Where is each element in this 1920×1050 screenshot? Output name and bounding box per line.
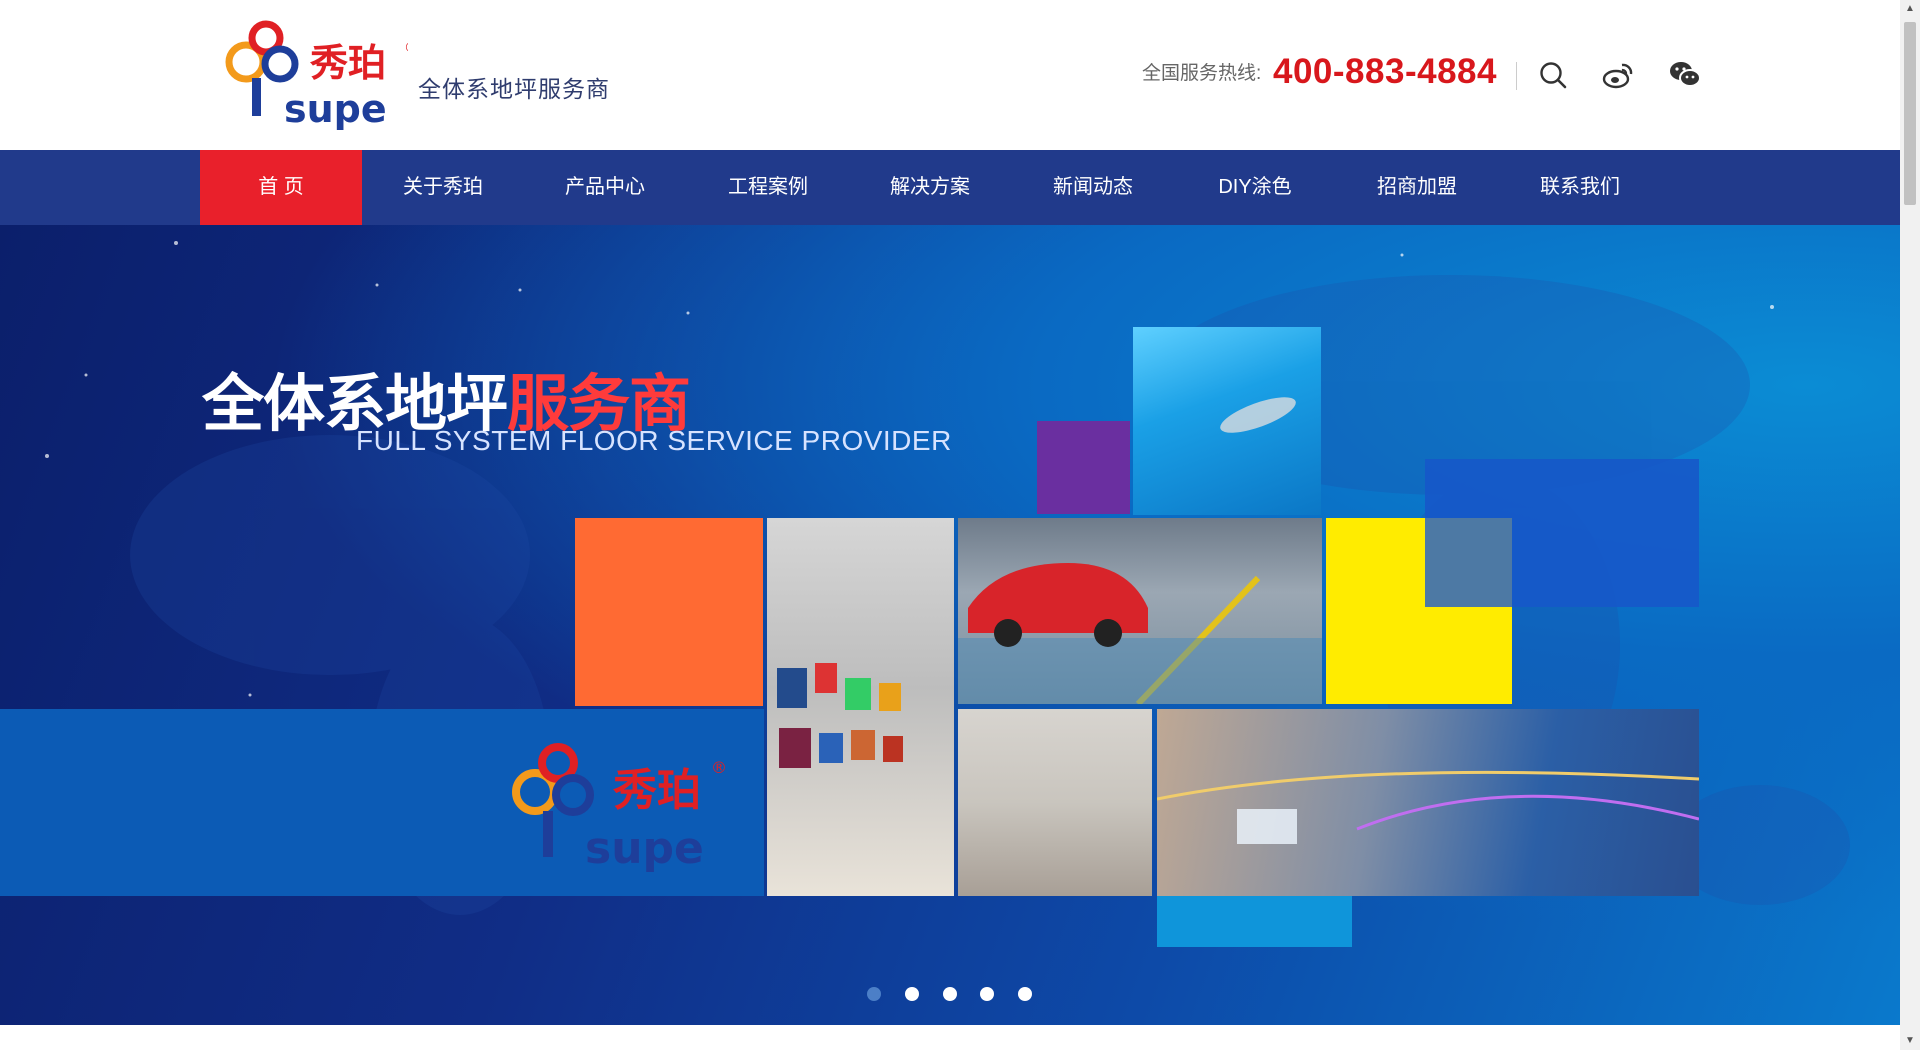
slider-dot-1[interactable] — [867, 987, 881, 1001]
hotline-label: 全国服务热线: — [1142, 63, 1262, 84]
site-header: 秀珀 ® supe 全体系地坪服务商 全国服务热线: 400-883-4884 — [0, 0, 1900, 150]
parking-photo — [958, 518, 1322, 707]
slider-dot-5[interactable] — [1018, 987, 1032, 1001]
weibo-icon[interactable] — [1601, 58, 1635, 92]
scroll-thumb[interactable] — [1904, 22, 1916, 205]
nav-item-news[interactable]: 新闻动态 — [1012, 150, 1174, 225]
banner-subline: FULL SYSTEM FLOOR SERVICE PROVIDER — [356, 425, 952, 456]
slider-dot-3[interactable] — [943, 987, 957, 1001]
slider-dot-2[interactable] — [905, 987, 919, 1001]
svg-text:®: ® — [404, 40, 408, 56]
svg-text:supe: supe — [585, 823, 704, 874]
dolphin-shape — [1220, 397, 1296, 433]
svg-text:®: ® — [711, 758, 727, 777]
scroll-up-arrow[interactable]: ▲ — [1900, 0, 1920, 18]
nav-item-cases[interactable]: 工程案例 — [687, 150, 849, 225]
main-nav: 首 页 关于秀珀 产品中心 工程案例 解决方案 新闻动态 DIY涂色 招商加盟 … — [0, 150, 1900, 225]
nav-item-join[interactable]: 招商加盟 — [1336, 150, 1498, 225]
nav-item-home[interactable]: 首 页 — [200, 150, 362, 225]
hero-banner[interactable]: 全体系地坪服务商 FULL SYSTEM FLOOR SERVICE PROVI… — [0, 225, 1900, 1025]
orange-tile — [575, 518, 763, 706]
nav-item-products[interactable]: 产品中心 — [524, 150, 686, 225]
museum-photo — [1156, 709, 1700, 896]
museum-scene — [1156, 770, 1700, 844]
nav-item-diy[interactable]: DIY涂色 — [1174, 150, 1336, 225]
wechat-icon[interactable] — [1668, 58, 1702, 92]
nav-item-contact[interactable]: 联系我们 — [1499, 150, 1661, 225]
page-scrollbar[interactable]: ▲ ▼ — [1900, 0, 1920, 1050]
purple-tile — [1037, 421, 1130, 514]
search-icon[interactable] — [1536, 58, 1570, 92]
scroll-down-arrow[interactable]: ▼ — [1900, 1032, 1920, 1050]
svg-text:秀珀: 秀珀 — [612, 765, 701, 816]
hotline-phone[interactable]: 400-883-4884 — [1273, 52, 1497, 92]
supe-logo[interactable]: 秀珀 ® supe — [218, 18, 408, 130]
tagline: 全体系地坪服务商 — [418, 76, 610, 102]
parking-scene — [958, 563, 1322, 707]
svg-text:秀珀: 秀珀 — [309, 41, 386, 85]
nav-item-solutions[interactable]: 解决方案 — [849, 150, 1011, 225]
banner-logo: 秀珀 ® supe — [512, 743, 727, 874]
gray-blue-tile — [1425, 518, 1512, 607]
gallery-art — [777, 663, 903, 768]
gallery-photo — [767, 518, 954, 896]
corridor-photo — [958, 709, 1152, 896]
nav-item-about[interactable]: 关于秀珀 — [362, 150, 524, 225]
slider-dot-4[interactable] — [980, 987, 994, 1001]
header-divider — [1516, 62, 1517, 90]
pool-photo — [1133, 327, 1321, 515]
svg-text:supe: supe — [284, 87, 387, 130]
